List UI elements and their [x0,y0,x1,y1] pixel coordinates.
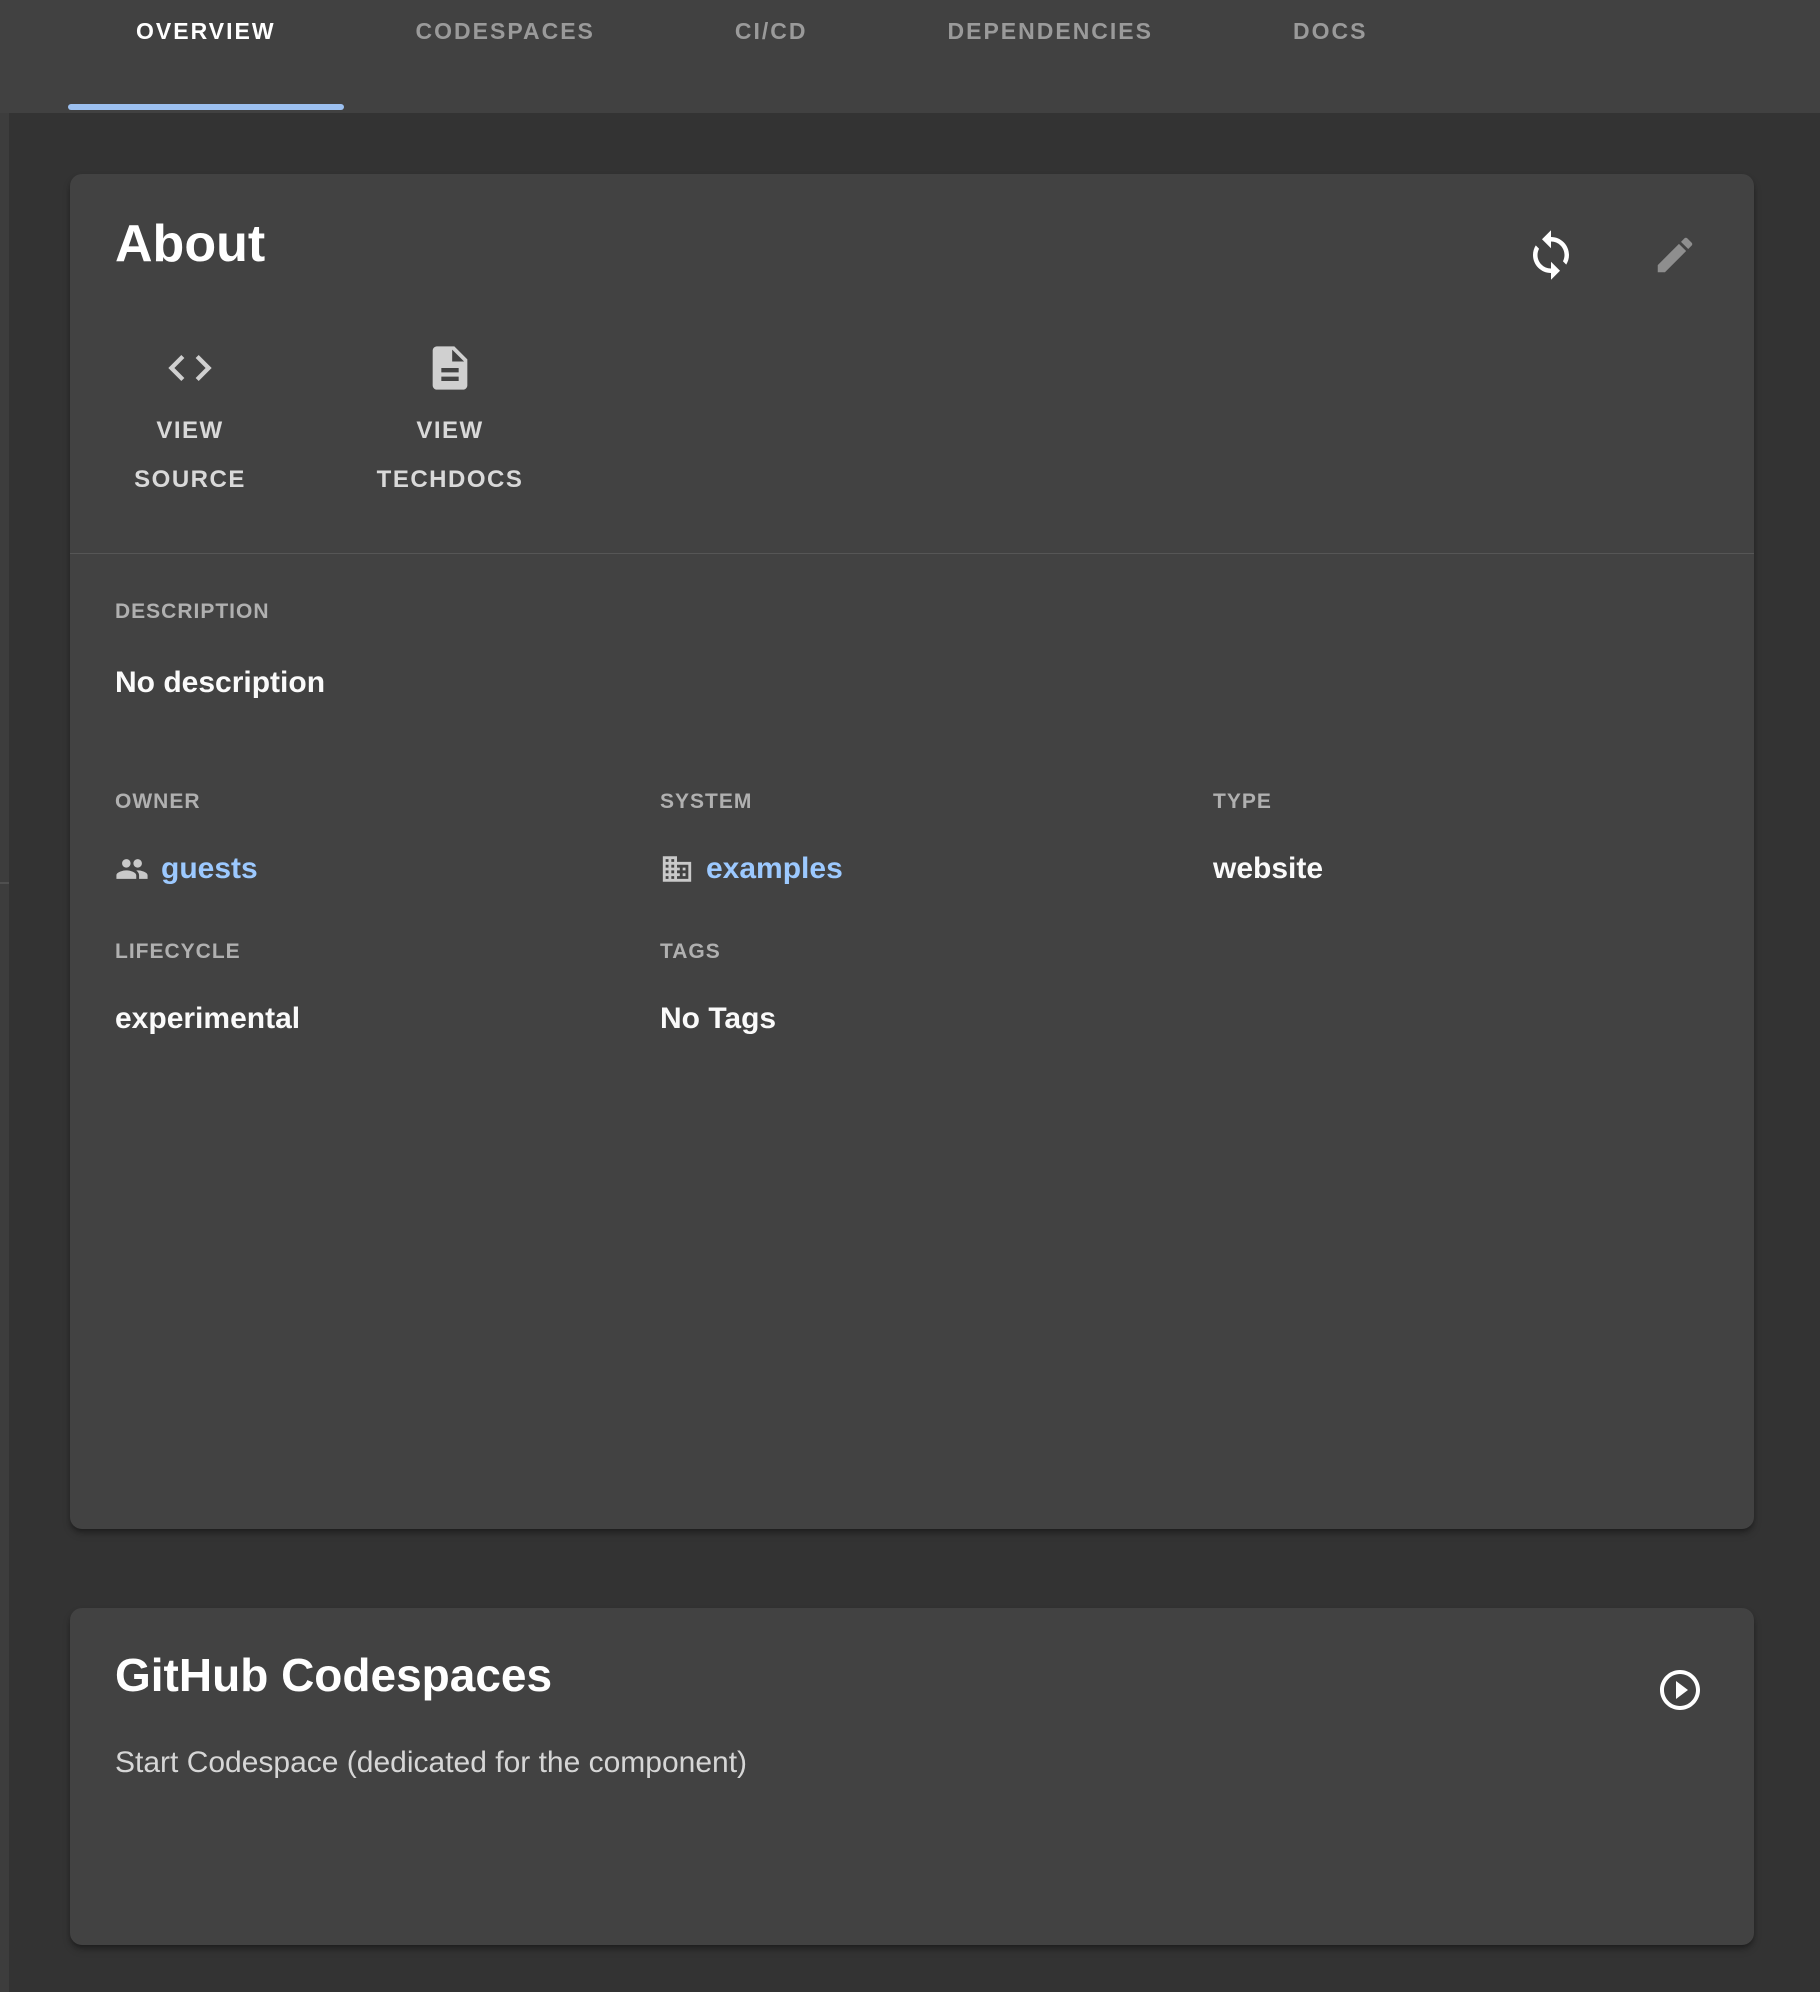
lifecycle-label: LIFECYCLE [115,940,300,964]
field-lifecycle: LIFECYCLE experimental [115,940,300,1036]
tab-overview[interactable]: OVERVIEW [66,0,346,113]
owner-link[interactable]: guests [115,852,258,886]
pencil-icon [1652,232,1698,278]
start-codespace-button[interactable] [1650,1660,1710,1720]
type-label: TYPE [1213,790,1323,814]
system-link[interactable]: examples [660,852,843,886]
left-edge-panel [0,113,9,1992]
tags-value: No Tags [660,1002,776,1036]
view-source-link[interactable]: VIEW SOURCE [110,342,270,504]
about-card: About VIEW SOURCE VIEW TECHDOCS DESCRIPT… [70,174,1754,1529]
tab-codespaces[interactable]: CODESPACES [346,0,665,113]
document-icon [424,342,476,394]
tab-dependencies[interactable]: DEPENDENCIES [878,0,1223,113]
view-techdocs-link[interactable]: VIEW TECHDOCS [325,342,575,504]
field-tags: TAGS No Tags [660,940,776,1036]
about-card-divider [70,553,1754,554]
field-type: TYPE website [1213,790,1323,886]
lifecycle-value: experimental [115,1002,300,1036]
codespaces-card-title: GitHub Codespaces [115,1648,552,1702]
system-value: examples [706,852,843,886]
owner-value: guests [161,852,258,886]
edit-button[interactable] [1646,226,1704,284]
domain-icon [660,852,694,886]
entity-tab-bar: OVERVIEW CODESPACES CI/CD DEPENDENCIES D… [0,0,1820,113]
refresh-button[interactable] [1518,222,1584,288]
tags-label: TAGS [660,940,776,964]
code-icon [164,342,216,394]
codespaces-card-subtitle: Start Codespace (dedicated for the compo… [115,1746,747,1780]
sync-icon [1524,228,1578,282]
system-label: SYSTEM [660,790,843,814]
about-card-title: About [115,214,265,274]
field-system: SYSTEM examples [660,790,843,886]
description-label: DESCRIPTION [115,600,270,624]
view-source-label: VIEW SOURCE [134,406,246,504]
owner-label: OWNER [115,790,258,814]
type-value: website [1213,852,1323,886]
field-owner: OWNER guests [115,790,258,886]
tab-docs[interactable]: DOCS [1223,0,1437,113]
github-codespaces-card: GitHub Codespaces Start Codespace (dedic… [70,1608,1754,1945]
group-icon [115,852,149,886]
left-edge-divider [0,882,9,884]
play-circle-icon [1656,1666,1704,1714]
tab-cicd[interactable]: CI/CD [665,0,878,113]
description-value: No description [115,666,325,700]
view-techdocs-label: VIEW TECHDOCS [377,406,524,504]
